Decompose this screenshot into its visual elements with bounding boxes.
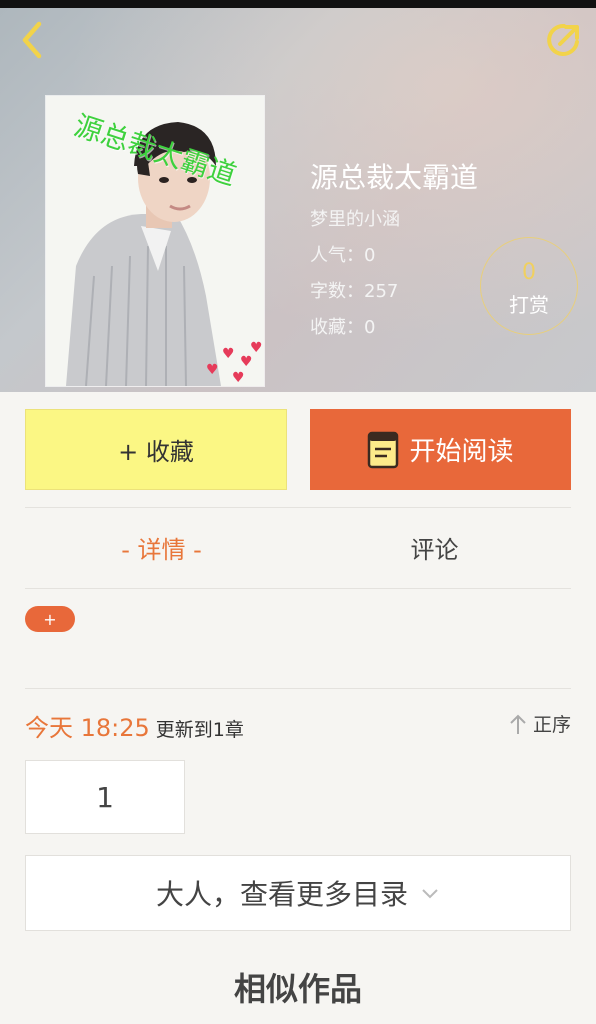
divider	[25, 588, 571, 589]
status-bar	[0, 0, 596, 8]
tip-button[interactable]: 0 打赏	[480, 237, 578, 335]
start-reading-label: 开始阅读	[409, 437, 514, 467]
book-icon	[368, 431, 399, 468]
sort-order-toggle[interactable]: 正序	[509, 710, 571, 737]
similar-works-heading: 相似作品	[233, 970, 362, 1008]
share-button[interactable]	[542, 18, 586, 62]
tip-label: 打赏	[509, 293, 549, 317]
back-button[interactable]	[10, 18, 54, 62]
book-title: 源总裁太霸道	[310, 161, 479, 194]
back-chevron-icon	[22, 21, 42, 59]
author-name[interactable]: 梦里的小涵	[310, 205, 400, 231]
add-to-favorites-button[interactable]: + 收藏	[25, 409, 287, 490]
update-text: 更新到1章	[155, 719, 244, 741]
chapter-item[interactable]: 1	[25, 760, 185, 834]
heart-decoration-icon: ♥	[222, 346, 235, 362]
divider	[25, 688, 571, 689]
book-cover[interactable]: 源总裁太霸道 ♥ ♥ ♥ ♥ ♥	[46, 96, 264, 386]
more-catalog-label: 大人，查看更多目录	[155, 878, 408, 911]
heart-decoration-icon: ♥	[206, 362, 219, 378]
arrow-up-icon	[510, 714, 526, 734]
update-time: 今天 18:25	[25, 714, 150, 742]
share-icon	[547, 23, 579, 56]
sort-order-label: 正序	[532, 714, 571, 736]
favorites-stat: 收藏：0	[310, 317, 376, 338]
more-catalog-button[interactable]: 大人，查看更多目录	[25, 855, 571, 931]
start-reading-button[interactable]: 开始阅读	[310, 409, 571, 490]
popularity-stat: 人气：0	[310, 245, 376, 266]
add-tag-button[interactable]: +	[25, 606, 75, 632]
tab-comments[interactable]: 评论	[298, 530, 571, 565]
add-to-favorites-label: + 收藏	[118, 438, 194, 466]
heart-decoration-icon: ♥	[232, 370, 245, 386]
update-info: 今天 18:25 更新到1章	[25, 708, 244, 743]
chapter-number: 1	[96, 780, 114, 814]
heart-decoration-icon: ♥	[240, 354, 253, 370]
tab-details[interactable]: - 详情 -	[25, 530, 298, 565]
word-count-stat: 字数：257	[310, 281, 399, 302]
chevron-down-icon	[422, 889, 438, 899]
heart-decoration-icon: ♥	[250, 340, 263, 356]
divider	[25, 507, 571, 508]
tip-count: 0	[522, 260, 536, 285]
